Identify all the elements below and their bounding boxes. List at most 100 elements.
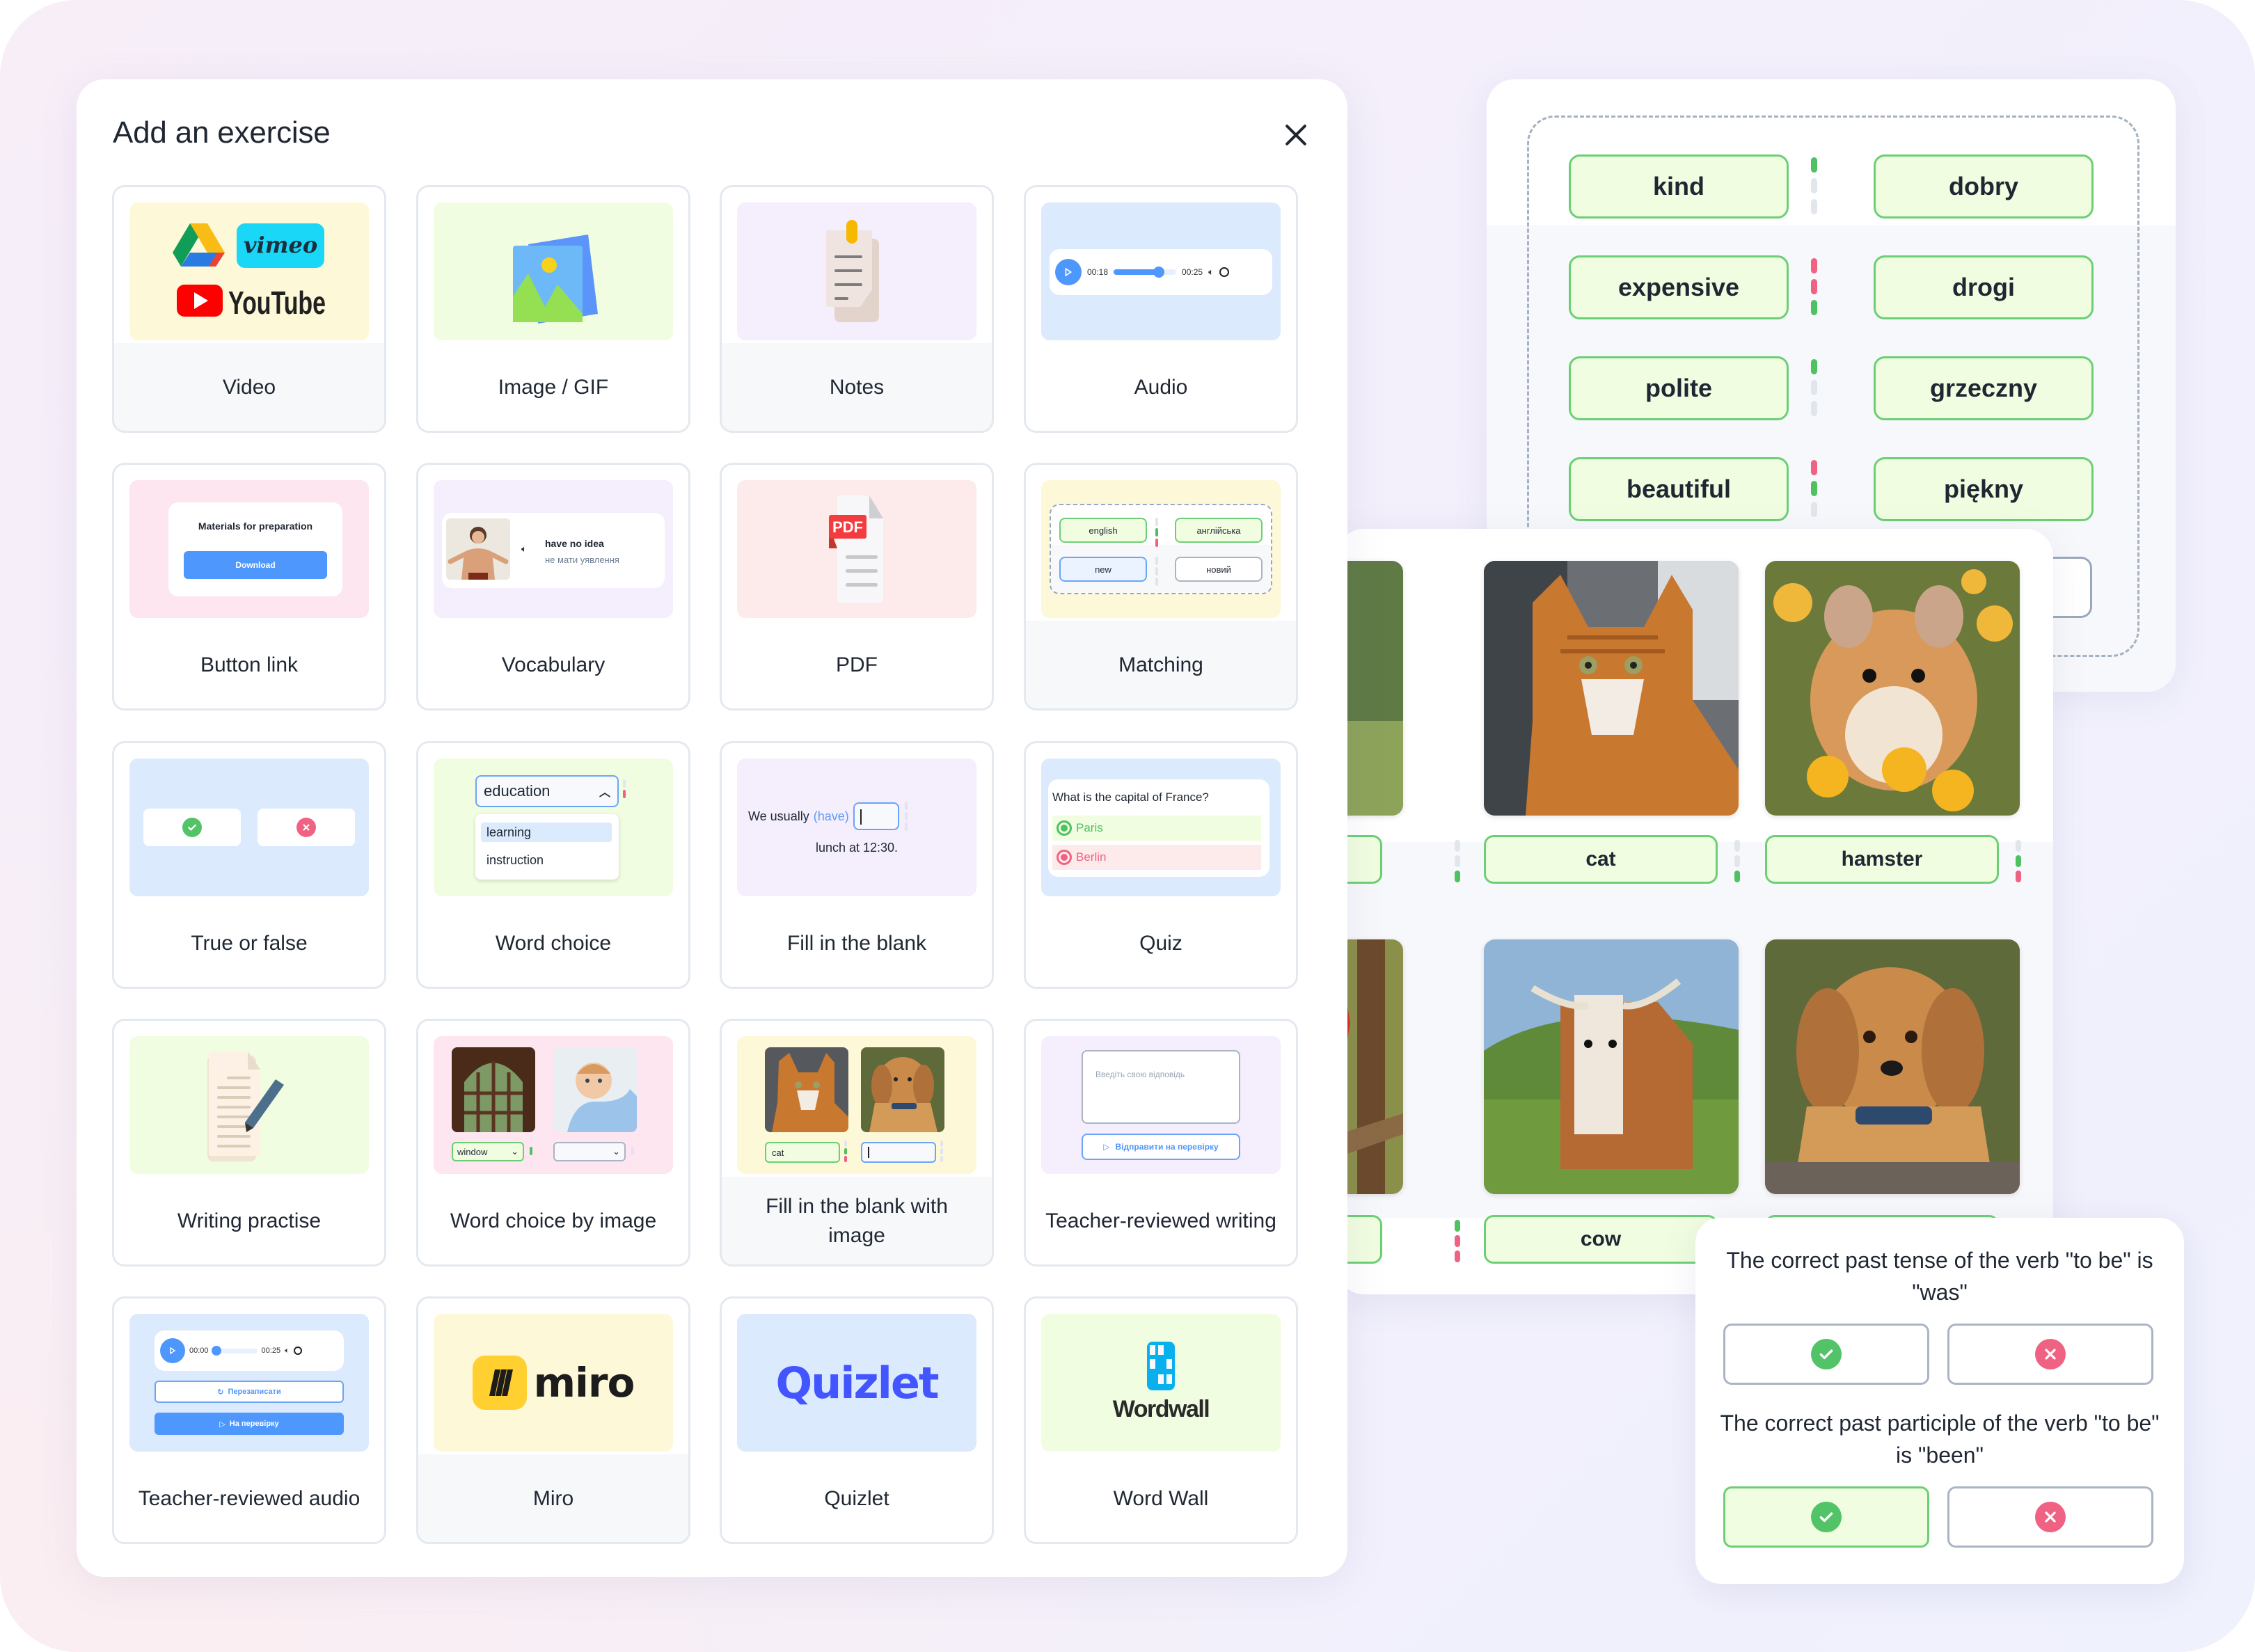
exercise-card-notes[interactable]: Notes bbox=[720, 185, 994, 433]
x-circle-icon bbox=[2035, 1339, 2066, 1369]
answer-status-marks bbox=[2016, 840, 2021, 882]
exercise-card-fill-in-the-blank-with-image[interactable]: cat Fill in the blank with image bbox=[720, 1019, 994, 1266]
match-right-item[interactable]: dobry bbox=[1874, 154, 2094, 219]
card-thumbnail: Materials for preparation Download bbox=[129, 480, 369, 618]
match-left-item[interactable]: beautiful bbox=[1569, 457, 1789, 521]
download-button[interactable]: Download bbox=[184, 551, 327, 579]
match-right-item[interactable]: grzeczny bbox=[1874, 356, 2094, 420]
volume-icon: 🔈︎ bbox=[285, 1346, 290, 1355]
submit-for-review-button: ▷ Відправити на перевірку bbox=[1082, 1134, 1240, 1160]
exercise-card-word-choice[interactable]: education ︿ learning instruction Word ch… bbox=[416, 741, 690, 989]
exercise-card-writing-practise[interactable]: Writing practise bbox=[112, 1019, 386, 1266]
exercise-card-audio[interactable]: 00:18 00:25 🔈︎ Audio bbox=[1024, 185, 1298, 433]
cat-image bbox=[765, 1047, 848, 1132]
add-exercise-modal: Add an exercise vimeo YouTube Video Imag… bbox=[77, 79, 1347, 1577]
card-label: Vocabulary bbox=[501, 653, 606, 676]
status-dot bbox=[1811, 258, 1817, 273]
quiz-option-wrong: Berlin bbox=[1052, 845, 1261, 870]
card-label: Audio bbox=[1134, 376, 1188, 399]
status-dot bbox=[1811, 380, 1817, 395]
statement-text: The correct past tense of the verb "to b… bbox=[1726, 1248, 2153, 1305]
audio-progress-knob[interactable] bbox=[1153, 267, 1164, 278]
status-dot bbox=[530, 1147, 532, 1155]
match-item: англійська bbox=[1175, 518, 1263, 543]
exercise-card-teacher-reviewed-writing[interactable]: Введіть свою відповідь ▷ Відправити на пе… bbox=[1024, 1019, 1298, 1266]
pdf-badge-text: PDF bbox=[832, 518, 863, 536]
true-button-selected[interactable] bbox=[1723, 1486, 1929, 1548]
exercise-card-word-wall[interactable]: Wordwall Word Wall bbox=[1024, 1296, 1298, 1544]
answer-status-marks bbox=[940, 1141, 943, 1162]
image-answer-empty bbox=[861, 1142, 936, 1163]
exercise-card-quizlet[interactable]: Quizlet Quizlet bbox=[720, 1296, 994, 1544]
image-answer-field[interactable]: cat bbox=[1484, 835, 1718, 884]
answer-status-marks bbox=[1455, 1220, 1460, 1262]
true-button[interactable] bbox=[1723, 1324, 1929, 1385]
card-thumbnail: 🔈︎ have no idea не мати уявлення bbox=[434, 480, 673, 618]
status-dot bbox=[631, 1147, 634, 1155]
false-button[interactable] bbox=[1947, 1486, 2153, 1548]
chevron-down-icon: ⌄ bbox=[511, 1146, 519, 1157]
card-label: Button link bbox=[200, 653, 299, 676]
card-thumbnail: education ︿ learning instruction bbox=[434, 759, 673, 896]
play-icon bbox=[170, 1347, 176, 1354]
sentence-start: We usually bbox=[748, 809, 809, 823]
exercise-card-teacher-reviewed-audio[interactable]: 00:00 00:25 🔈︎ ↻ Перезаписати ▷ На перевір… bbox=[112, 1296, 386, 1544]
match-status-marks bbox=[1811, 359, 1817, 416]
card-label: Word Wall bbox=[1113, 1487, 1209, 1510]
match-left-item[interactable]: kind bbox=[1569, 154, 1789, 219]
speed-icon[interactable] bbox=[1219, 267, 1229, 277]
image-answer-field[interactable]: cow bbox=[1484, 1215, 1718, 1264]
false-button[interactable] bbox=[1947, 1324, 2153, 1385]
chevron-down-icon: ⌄ bbox=[612, 1146, 620, 1157]
exercise-card-true-or-false[interactable]: True or false bbox=[112, 741, 386, 989]
exercise-card-quiz[interactable]: What is the capital of France? Paris Ber… bbox=[1024, 741, 1298, 989]
chevron-up-icon: ︿ bbox=[599, 787, 610, 799]
card-label: Image / GIF bbox=[498, 376, 609, 399]
status-dot bbox=[1811, 300, 1817, 315]
exercise-card-miro[interactable]: miro Miro bbox=[416, 1296, 690, 1544]
send-icon: ▷ bbox=[1103, 1142, 1110, 1152]
answer-status-marks bbox=[844, 1141, 847, 1162]
animal-image-cat bbox=[1484, 561, 1739, 816]
image-answer-field[interactable]: hamster bbox=[1765, 835, 1999, 884]
match-right-item[interactable]: drogi bbox=[1874, 255, 2094, 319]
match-right-item[interactable]: piękny bbox=[1874, 457, 2094, 521]
status-dot bbox=[1734, 840, 1740, 852]
card-label: Matching bbox=[1118, 653, 1203, 676]
card-label: Writing practise bbox=[177, 1209, 322, 1232]
exercise-card-button-link[interactable]: Materials for preparation Download Butto… bbox=[112, 463, 386, 710]
status-dot bbox=[1455, 1235, 1460, 1247]
image-labelling-panel: cat hamster cow bbox=[1232, 529, 2053, 1294]
speaker-icon[interactable]: 🔈︎ bbox=[521, 543, 527, 555]
quiz-preview: What is the capital of France? Paris Ber… bbox=[1048, 779, 1269, 877]
card-label: True or false bbox=[191, 932, 308, 955]
play-button[interactable] bbox=[1055, 259, 1082, 285]
textarea-placeholder: Введіть свою відповідь bbox=[1095, 1070, 1185, 1079]
exercise-card-word-choice-by-image[interactable]: window ⌄ ⌄ Word choice by image bbox=[416, 1019, 690, 1266]
card-thumbnail: 00:18 00:25 🔈︎ bbox=[1041, 202, 1281, 340]
card-label: Quiz bbox=[1139, 932, 1182, 955]
exercise-card-pdf[interactable]: PDF PDF bbox=[720, 463, 994, 710]
close-button[interactable] bbox=[1281, 120, 1311, 150]
word-select-filled: window ⌄ bbox=[452, 1142, 524, 1161]
vocabulary-photo bbox=[446, 518, 510, 580]
card-label: Teacher-reviewed writing bbox=[1045, 1209, 1276, 1232]
exercise-card-image-gif[interactable]: Image / GIF bbox=[416, 185, 690, 433]
match-left-item[interactable]: polite bbox=[1569, 356, 1789, 420]
dropdown-option: instruction bbox=[486, 853, 544, 867]
status-dot bbox=[1811, 401, 1817, 416]
word-select: education ︿ bbox=[475, 775, 619, 807]
status-dot bbox=[1455, 840, 1460, 852]
vocabulary-preview: 🔈︎ have no idea не мати уявлення bbox=[442, 513, 665, 588]
status-dot bbox=[1811, 199, 1817, 214]
exercise-card-matching[interactable]: english англійська new новий Matching bbox=[1024, 463, 1298, 710]
exercise-card-fill-in-the-blank[interactable]: We usually (have) lunch at 12:30. Fill i… bbox=[720, 741, 994, 989]
audio-progress-slider[interactable] bbox=[1114, 267, 1177, 278]
match-left-item[interactable]: expensive bbox=[1569, 255, 1789, 319]
status-dot bbox=[1734, 871, 1740, 882]
verb-hint: (have) bbox=[813, 809, 849, 823]
volume-icon[interactable]: 🔈︎ bbox=[1208, 267, 1214, 278]
exercise-card-video[interactable]: vimeo YouTube Video bbox=[112, 185, 386, 433]
exercise-card-vocabulary[interactable]: 🔈︎ have no idea не мати уявлення Vocabul… bbox=[416, 463, 690, 710]
status-dot bbox=[1811, 460, 1817, 475]
